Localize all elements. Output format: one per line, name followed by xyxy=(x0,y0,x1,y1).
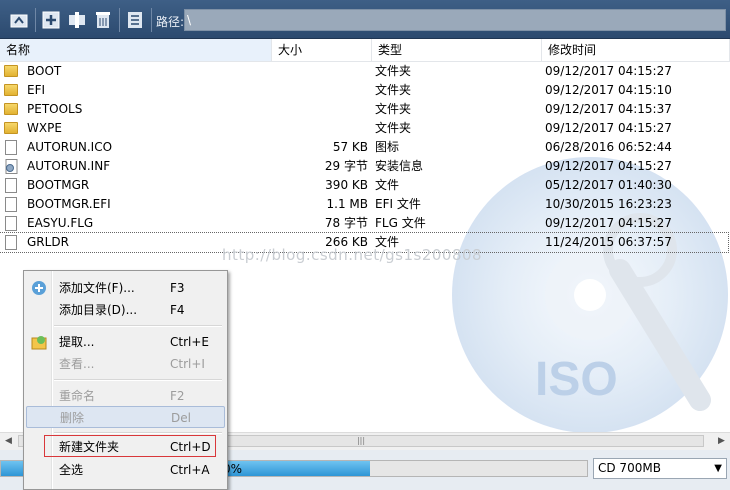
column-type[interactable]: 类型 xyxy=(372,39,542,61)
menu-rename: 重命名 F2 xyxy=(59,389,185,403)
list-item[interactable]: EFI 文件夹 09/12/2017 04:15:10 xyxy=(0,81,728,100)
media-size-select[interactable]: CD 700MB ▼ xyxy=(593,458,727,479)
file-icon xyxy=(4,197,20,212)
list-item[interactable]: AUTORUN.ICO 57 KB 图标 06/28/2016 06:52:44 xyxy=(0,138,728,157)
menu-select-all[interactable]: 全选 Ctrl+A xyxy=(26,459,225,481)
menu-add-directory[interactable]: 添加目录(D)... F4 xyxy=(26,299,225,321)
column-size[interactable]: 大小 xyxy=(272,39,372,61)
path-input[interactable]: \ xyxy=(184,9,726,31)
menu-delete: 删除 Del xyxy=(26,406,225,428)
list-item[interactable]: BOOT 文件夹 09/12/2017 04:15:27 xyxy=(0,62,728,81)
list-item[interactable]: WXPE 文件夹 09/12/2017 04:15:27 xyxy=(0,119,728,138)
file-icon xyxy=(4,235,20,250)
settings-file-icon xyxy=(4,159,20,174)
menu-view: 查看... Ctrl+I xyxy=(59,357,205,371)
folder-icon xyxy=(4,102,20,117)
column-header: 名称 大小 类型 修改时间 xyxy=(0,39,730,62)
chevron-down-icon: ▼ xyxy=(714,463,722,474)
folder-icon xyxy=(4,83,20,98)
list-item[interactable]: AUTORUN.INF 29 字节 安装信息 09/12/2017 04:15:… xyxy=(0,157,728,176)
path-label: 路径: xyxy=(156,15,185,29)
toolbar: 路径: \ xyxy=(0,0,730,39)
delete-icon[interactable] xyxy=(92,9,114,31)
column-modified[interactable]: 修改时间 xyxy=(542,39,730,61)
list-item[interactable]: EASYU.FLG 78 字节 FLG 文件 09/12/2017 04:15:… xyxy=(0,214,728,233)
context-menu: 添加文件(F)... F3 添加目录(D)... F4 提取... Ctrl+E… xyxy=(23,270,228,490)
extract-icon xyxy=(31,334,47,350)
menu-new-folder[interactable]: 新建文件夹 Ctrl+D xyxy=(44,435,216,457)
list-item[interactable]: BOOTMGR 390 KB 文件 05/12/2017 01:40:30 xyxy=(0,176,728,195)
menu-add-file[interactable]: 添加文件(F)... F3 xyxy=(26,277,225,299)
svg-text:ISO: ISO xyxy=(535,353,618,406)
scroll-left-icon[interactable]: ◀ xyxy=(0,433,17,450)
file-icon xyxy=(4,216,20,231)
list-item[interactable]: PETOOLS 文件夹 09/12/2017 04:15:37 xyxy=(0,100,728,119)
folder-icon xyxy=(4,121,20,136)
folder-icon xyxy=(4,64,20,79)
column-name[interactable]: 名称 xyxy=(0,39,272,61)
extract-icon[interactable] xyxy=(66,9,88,31)
properties-icon[interactable] xyxy=(124,9,146,31)
add-icon[interactable] xyxy=(40,9,62,31)
file-icon xyxy=(4,140,20,155)
menu-extract[interactable]: 提取... Ctrl+E xyxy=(26,331,225,353)
scroll-right-icon[interactable]: ▶ xyxy=(713,433,730,450)
up-folder-icon[interactable] xyxy=(8,9,30,31)
list-item[interactable]: BOOTMGR.EFI 1.1 MB EFI 文件 10/30/2015 16:… xyxy=(0,195,728,214)
file-icon xyxy=(4,178,20,193)
add-file-icon xyxy=(31,280,47,296)
blog-watermark: http://blog.csdn.net/gs1s200808 xyxy=(222,246,483,264)
